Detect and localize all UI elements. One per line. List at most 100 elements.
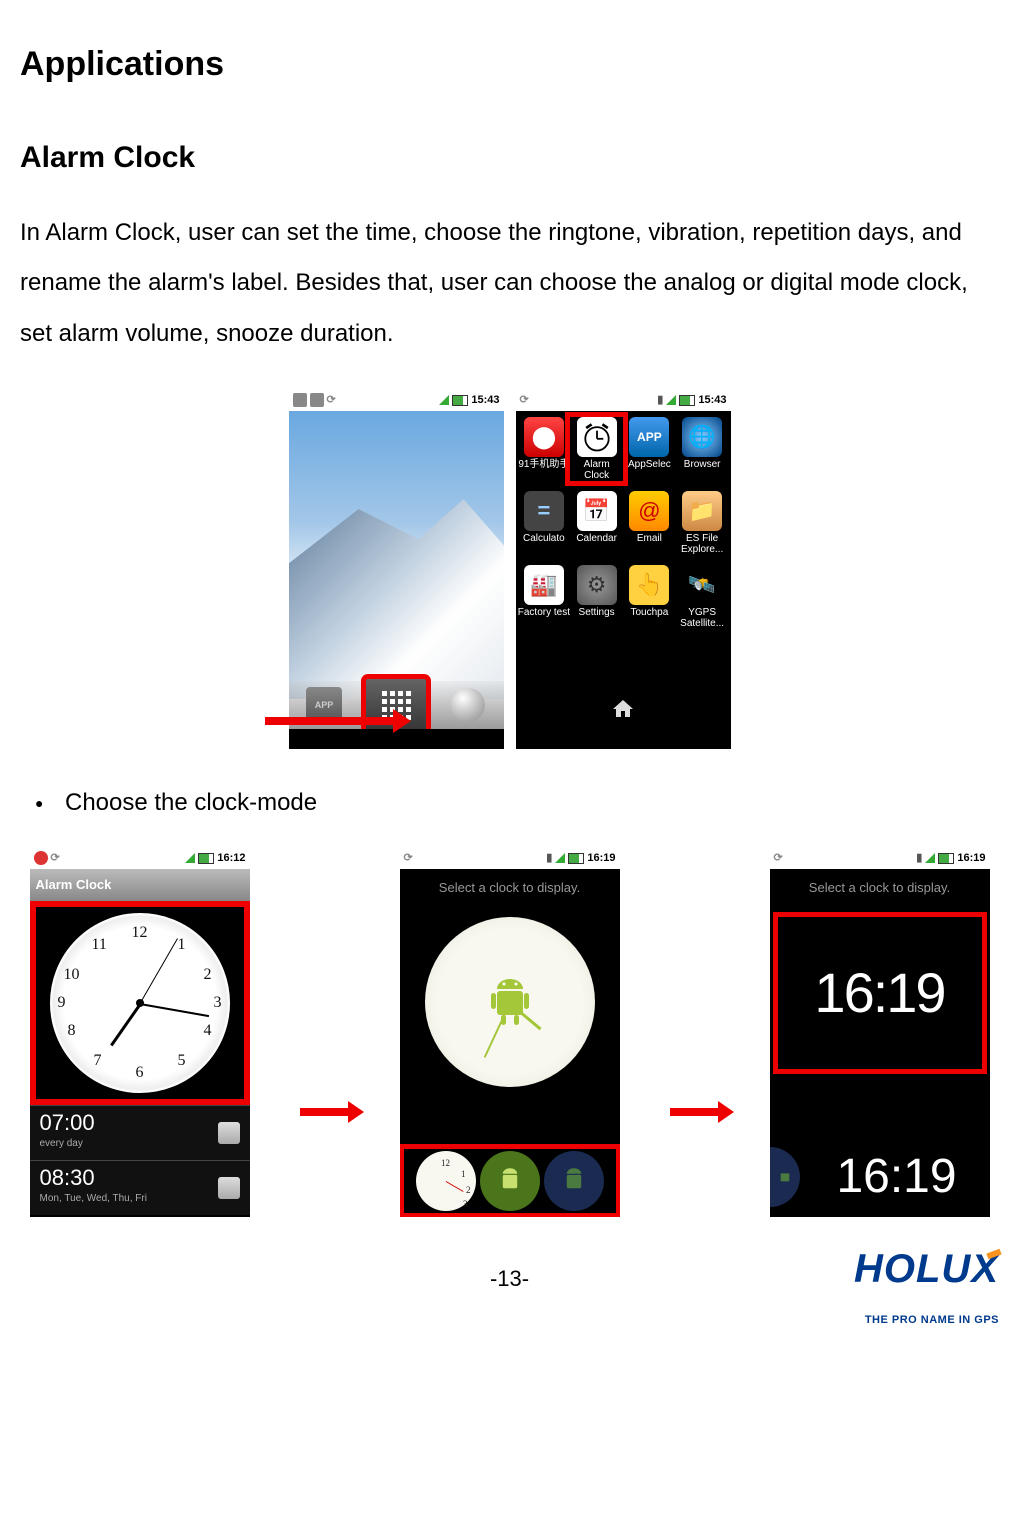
battery-icon	[568, 853, 584, 864]
app-touchpad[interactable]: 👆 Touchpa	[623, 565, 676, 629]
alarm-checkbox[interactable]	[218, 1177, 240, 1199]
minute-hand	[139, 1003, 208, 1017]
sd-icon: ▮	[546, 847, 552, 869]
app-factory[interactable]: 🏭Factory test	[518, 565, 571, 629]
clock-face-highlight[interactable]: 12 1 2 3 4 5 6 7 8 9 10 11	[36, 907, 244, 1099]
sync-icon: ⟳	[51, 847, 60, 869]
dock-bar	[516, 689, 731, 729]
heading-alarm-clock: Alarm Clock	[20, 128, 999, 188]
clock-number: 10	[64, 959, 80, 991]
battery-icon	[679, 395, 695, 406]
alarm-days: Mon, Tue, Wed, Thu, Fri	[40, 1189, 147, 1209]
app-appselect[interactable]: APPAppSelec	[623, 417, 676, 481]
android-icon	[561, 1166, 587, 1196]
clock-option-blue[interactable]	[544, 1151, 604, 1211]
signal-icon	[439, 395, 449, 405]
clock-time: 16:19	[957, 847, 985, 869]
globe-icon	[451, 688, 485, 722]
analog-clock-face: 12 1 2 3 4 5 6 7 8 9 10 11	[48, 911, 232, 1095]
clock-number: 12	[132, 917, 148, 949]
alarm-time: 08:30	[40, 1167, 147, 1189]
app-calendar[interactable]: 📅 Calendar	[570, 491, 623, 555]
hour-hand	[110, 1004, 141, 1047]
android-icon	[777, 1168, 793, 1186]
app-email[interactable]: @ Email	[623, 491, 676, 555]
arrow-icon	[265, 717, 395, 725]
app-label: Calculato	[518, 533, 571, 544]
app-ygps[interactable]: 🛰️YGPS Satellite...	[676, 565, 729, 629]
select-clock-header: Select a clock to display.	[770, 869, 990, 907]
select-clock-header: Select a clock to display.	[400, 869, 620, 907]
app-label: Touchpa	[623, 607, 676, 618]
clock-number: 7	[94, 1045, 102, 1077]
app-settings[interactable]: ⚙ Settings	[570, 565, 623, 629]
signal-icon	[555, 853, 565, 863]
sync-icon: ⟳	[327, 389, 336, 411]
clock-number: 3	[214, 987, 222, 1019]
signal-icon	[925, 853, 935, 863]
analog-clock-preview[interactable]	[425, 917, 595, 1087]
opt-num: 1	[461, 1165, 466, 1183]
app-label: Calendar	[570, 533, 623, 544]
app-browser[interactable]: 🌐 Browser	[676, 417, 729, 481]
calendar-icon: 📅	[577, 491, 617, 531]
app-label: ES File Explore...	[676, 533, 729, 555]
clock-number: 1	[178, 929, 186, 961]
sync-icon: ⟳	[404, 847, 413, 869]
app-label: Alarm Clock	[570, 459, 623, 481]
phone-alarm-app: ⟳ 16:12 Alarm Clock 12 1 2 3 4 5 6 7 8 9…	[30, 847, 250, 1217]
clock-time: 16:12	[217, 847, 245, 869]
calculator-icon: =	[524, 491, 564, 531]
app-label: YGPS Satellite...	[676, 607, 729, 629]
battery-icon	[452, 395, 468, 406]
app-91[interactable]: ⬤91手机助手	[518, 417, 571, 481]
sd-icon: ▮	[657, 389, 663, 411]
status-bar: ⟳ ▮ 15:43	[516, 389, 731, 411]
app-calculator[interactable]: = Calculato	[518, 491, 571, 555]
app-label: Settings	[570, 607, 623, 618]
status-bar: ⟳ ▮16:19	[770, 847, 990, 869]
battery-icon	[198, 853, 214, 864]
intro-paragraph: In Alarm Clock, user can set the time, c…	[20, 208, 999, 359]
notif-icon	[310, 393, 324, 407]
logo-tagline: THE PRO NAME IN GPS	[854, 1309, 999, 1331]
appselect-icon: APP	[629, 417, 669, 457]
usb-icon	[293, 393, 307, 407]
app-alarm-clock[interactable]: Alarm Clock	[570, 417, 623, 481]
apps-grid: ⬤91手机助手 Alarm Clock APPAppSelec 🌐 Browser…	[516, 411, 731, 713]
alarm-item-0700[interactable]: 07:00every day	[30, 1105, 250, 1160]
clock-number: 6	[136, 1057, 144, 1089]
app-esfile[interactable]: 📁ES File Explore...	[676, 491, 729, 555]
logo: HOLUX THE PRO NAME IN GPS	[854, 1229, 999, 1331]
clock-number: 11	[92, 929, 107, 961]
phone-home-screen: ⟳ 15:43 APP	[289, 389, 504, 749]
dock-globe-right[interactable]	[448, 685, 488, 725]
clock-option-classic[interactable]: 12 1 2 3	[416, 1151, 476, 1211]
alarm-item-0830[interactable]: 08:30Mon, Tue, Wed, Thu, Fri	[30, 1160, 250, 1215]
app-91-icon: ⬤	[524, 417, 564, 457]
app-label: Email	[623, 533, 676, 544]
phone-select-clock-digital: ⟳ ▮16:19 Select a clock to display. 16:1…	[770, 847, 990, 1217]
clock-option-green[interactable]	[480, 1151, 540, 1211]
opt-num: 3	[463, 1195, 468, 1213]
browser-icon: 🌐	[682, 417, 722, 457]
figure-row-2: ⟳ 16:12 Alarm Clock 12 1 2 3 4 5 6 7 8 9…	[20, 847, 999, 1217]
alarm-checkbox[interactable]	[218, 1122, 240, 1144]
clock-number: 8	[68, 1015, 76, 1047]
app-label: Browser	[676, 459, 729, 470]
touchpad-icon: 👆	[629, 565, 669, 605]
clock-time: 15:43	[698, 389, 726, 411]
settings-icon: ⚙	[577, 565, 617, 605]
android-icon	[497, 1166, 523, 1196]
email-icon: @	[629, 491, 669, 531]
status-bar: ⟳ 16:12	[30, 847, 250, 869]
sync-icon: ⟳	[774, 847, 783, 869]
digital-clock-preview-1[interactable]: 16:19	[778, 917, 982, 1069]
alarm-days: every day	[40, 1134, 95, 1154]
arrow-icon	[300, 1108, 350, 1116]
esfile-icon: 📁	[682, 491, 722, 531]
digital-clock-preview-2[interactable]: 16:19	[804, 1109, 990, 1217]
app-label: Factory test	[518, 607, 571, 618]
home-icon[interactable]	[611, 697, 635, 721]
clock-option-prev[interactable]	[770, 1147, 800, 1207]
